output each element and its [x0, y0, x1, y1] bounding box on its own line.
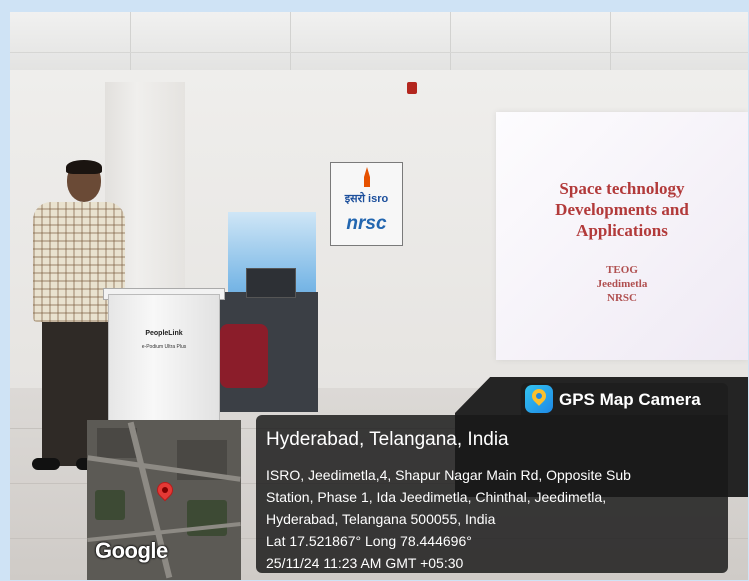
location-title: Hyderabad, Telangana, India [266, 429, 509, 450]
location-pin-icon [153, 478, 177, 502]
slide-sub-line: TEOG [606, 264, 638, 276]
presenter-shoe [32, 458, 60, 470]
slide-sub-line: Jeedimetla [596, 278, 648, 290]
address-line: Station, Phase 1, Ida Jeedimetla, Chinth… [266, 489, 607, 505]
google-attribution: Google [95, 538, 168, 563]
ceiling [10, 12, 748, 70]
fire-alarm [407, 82, 417, 94]
address-line: ISRO, Jeedimetla,4, Shapur Nagar Main Rd… [266, 467, 631, 483]
address-line: Hyderabad, Telangana 500055, India [266, 511, 496, 527]
gps-app-badge: GPS Map Camera [521, 383, 728, 415]
podium: PeopleLink e-Podium Ultra Plus [108, 294, 220, 422]
map-thumbnail[interactable]: Google [87, 420, 241, 580]
slide-title: Space technology Developments and Applic… [555, 179, 689, 240]
projection-screen: Space technology Developments and Applic… [496, 112, 748, 360]
coordinates: Lat 17.521867° Long 78.444696° [266, 533, 472, 549]
nrsc-logo-text: nrsc [346, 213, 387, 234]
rocket-icon [364, 167, 370, 187]
location-info-panel: Hyderabad, Telangana, India ISRO, Jeedim… [256, 415, 728, 573]
laptop [246, 268, 296, 298]
podium-brand: PeopleLink [145, 330, 183, 337]
presenter-hair [66, 160, 102, 174]
photo-frame: Space technology Developments and Applic… [10, 12, 748, 580]
red-chair [220, 324, 268, 388]
podium-tagline: e-Podium Ultra Plus [141, 344, 187, 350]
isro-logo-text: इसरो isro [344, 193, 389, 205]
slide-sub-line: NRSC [607, 292, 637, 304]
isro-nrsc-logo-board: इसरो isro nrsc [330, 162, 403, 246]
gps-map-camera-icon [525, 385, 553, 413]
gps-app-name: GPS Map Camera [559, 390, 701, 409]
timestamp: 25/11/24 11:23 AM GMT +05:30 [266, 555, 464, 571]
